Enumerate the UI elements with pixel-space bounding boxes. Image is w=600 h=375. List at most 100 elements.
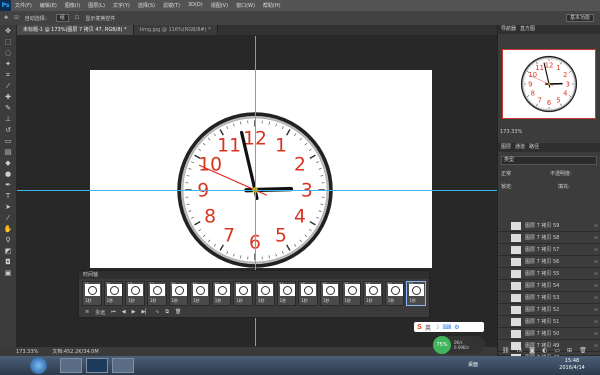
first-frame-icon[interactable]: ⏮ [111,309,116,315]
link-layers-icon[interactable]: ⛓ [502,347,510,354]
pen-tool-icon[interactable]: ✒ [3,181,13,190]
document-canvas[interactable]: 121234567891011 [90,70,432,268]
timeline-frame[interactable]: 361秒 [103,281,124,306]
frame-delay[interactable]: 1秒 [236,298,243,304]
ime-keyboard-icon[interactable]: ⌨ [442,324,451,331]
stamp-tool-icon[interactable]: ⊥ [3,115,13,124]
taskbar-app-browser[interactable] [112,358,134,373]
eyedropper-icon[interactable]: ⁄ [3,82,13,91]
timeline-frame[interactable]: 481秒 [363,281,383,306]
layers-tab[interactable]: 路径 [529,143,539,152]
prev-frame-icon[interactable]: ◀ [122,309,126,315]
link-icon[interactable]: ∞ [594,331,600,337]
navigator-thumbnail[interactable]: 12 1 2 3 4 5 6 7 8 9 10 11 [502,49,596,119]
link-icon[interactable]: ∞ [594,343,600,349]
lasso-tool-icon[interactable]: ◌ [3,49,13,58]
link-icon[interactable]: ∞ [594,295,600,301]
history-brush-icon[interactable]: ↺ [3,126,13,135]
blend-mode-dropdown[interactable]: 正常 [501,170,511,177]
new-group-icon[interactable]: ▭ [554,347,560,354]
layer-mask-icon[interactable]: ◙ [529,347,535,354]
timeline-frame[interactable]: 461秒 [319,281,340,306]
menu-item[interactable]: 文字(Y) [109,2,134,9]
layer-row[interactable]: 图层 7 拷贝 56 ∞ [498,256,600,268]
link-icon[interactable]: ∞ [594,307,600,313]
move-tool-icon[interactable]: ✥ [4,15,8,21]
layer-filter-dropdown[interactable]: 类型 [501,156,597,165]
timeline-frame[interactable]: 401秒 [190,281,210,306]
new-layer-icon[interactable]: ⊞ [567,347,572,354]
timeline-frame[interactable]: 371秒 [125,281,145,306]
quick-mask-icon[interactable]: ◘ [3,258,13,267]
timeline-frame[interactable]: 451秒 [298,281,318,306]
timeline-frame[interactable]: 431秒 [255,281,275,306]
delete-frame-icon[interactable]: 🗑 [175,309,181,315]
taskbar-app-explorer[interactable] [60,358,82,373]
menu-item[interactable]: 视图(V) [207,2,232,9]
frame-delay[interactable]: 1秒 [323,298,330,304]
shape-tool-icon[interactable]: ⁄ [3,214,13,223]
layers-tab[interactable]: 通道 [515,143,525,152]
timeline-frame[interactable]: 471秒 [341,281,362,306]
link-icon[interactable]: ∞ [594,271,600,277]
loop-dropdown[interactable]: 永远 [95,309,105,316]
menu-item[interactable]: 图像(I) [61,2,84,9]
timeline-menu-icon[interactable]: ≡ [85,309,89,315]
layer-style-icon[interactable]: fx [517,347,523,354]
layers-tab[interactable]: 图层 [501,143,511,152]
document-tab[interactable]: timg.jpg @ 116%(RGB/8#) * [133,25,218,35]
frame-delay[interactable]: 1秒 [258,298,265,304]
hand-tool-icon[interactable]: ✋ [3,225,13,234]
gradient-tool-icon[interactable]: ▤ [3,148,13,157]
frame-delay[interactable]: 1秒 [301,298,308,304]
zoom-tool-icon[interactable]: ⚲ [3,236,13,245]
frame-delay[interactable]: 1秒 [215,298,222,304]
eraser-tool-icon[interactable]: ▭ [3,137,13,146]
timeline-frame[interactable]: 491秒 [384,281,405,306]
navigator-zoom[interactable]: 173.33% [500,128,599,136]
show-transform-checkbox[interactable]: ☐ [75,15,79,21]
frame-delay[interactable]: 1秒 [128,298,135,304]
menu-item[interactable]: 选择(S) [134,2,159,9]
ime-moon-icon[interactable]: ☽ [434,324,439,331]
ime-toolbar[interactable]: S 英 ☽ ⌨ ⚙ [414,322,484,332]
timeline-frame[interactable]: 381秒 [146,281,167,306]
menu-item[interactable]: 3D(D) [184,2,207,9]
timeline-frame[interactable]: 501秒 [406,281,426,306]
frame-delay[interactable]: 1秒 [388,298,395,304]
next-frame-icon[interactable]: ▶▏ [141,309,149,315]
timeline-frame[interactable]: 391秒 [168,281,189,306]
auto-select-checkbox[interactable]: ☑ [14,15,18,21]
timeline-frame[interactable]: 351秒 [82,281,102,306]
magic-wand-icon[interactable]: ✦ [3,60,13,69]
path-select-icon[interactable]: ➤ [3,203,13,212]
layer-row[interactable]: 图层 7 拷贝 54 ∞ [498,280,600,292]
layer-row[interactable]: 图层 7 拷贝 55 ∞ [498,268,600,280]
start-button[interactable] [30,357,47,374]
menu-item[interactable]: 滤镜(T) [159,2,184,9]
timeline-frame[interactable]: 421秒 [233,281,253,306]
workspace-switcher[interactable]: 基本功能 [565,14,594,22]
menu-item[interactable]: 编辑(E) [36,2,61,9]
layer-row[interactable]: 图层 7 拷贝 53 ∞ [498,292,600,304]
navigator-tab[interactable]: 直方图 [520,25,535,34]
dodge-tool-icon[interactable]: ● [3,170,13,179]
ime-settings-icon[interactable]: ⚙ [454,324,459,331]
frame-delay[interactable]: 1秒 [150,298,157,304]
link-icon[interactable]: ∞ [594,259,600,265]
frame-delay[interactable]: 1秒 [280,298,287,304]
menu-item[interactable]: 窗口(W) [232,2,259,9]
network-widget[interactable]: 75% 0K/s 0.09K/s [433,336,485,354]
layer-row[interactable]: 图层 7 拷贝 50 ∞ [498,328,600,340]
taskbar-clock[interactable]: 15:48 2016/4/14 [548,358,596,372]
timeline-frame[interactable]: 441秒 [276,281,297,306]
menu-item[interactable]: 文件(F) [11,2,36,9]
link-icon[interactable]: ∞ [594,319,600,325]
link-icon[interactable]: ∞ [594,247,600,253]
blur-tool-icon[interactable]: ◆ [3,159,13,168]
link-icon[interactable]: ∞ [594,283,600,289]
auto-select-dropdown[interactable]: 组 [55,14,69,22]
frame-delay[interactable]: 1秒 [409,298,416,304]
frame-delay[interactable]: 1秒 [345,298,352,304]
frame-delay[interactable]: 1秒 [193,298,200,304]
